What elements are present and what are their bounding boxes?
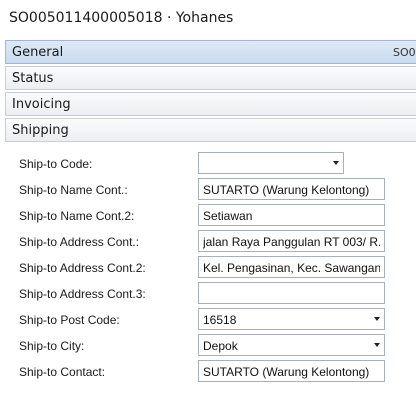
ship-to-address-cont3-row: Ship-to Address Cont.3: [5, 281, 416, 307]
ship-to-address-cont2-value: Kel. Pengasinan, Kec. Sawangan ... [203, 261, 380, 275]
page-title: SO005011400005018 · Yohanes [9, 10, 234, 26]
ship-to-contact-row: Ship-to Contact: SUTARTO (Warung Kelonto… [5, 359, 416, 385]
fasttab-invoicing-label: Invoicing [12, 97, 71, 112]
ship-to-address-cont3-label: Ship-to Address Cont.3: [19, 287, 146, 301]
ship-to-contact-input[interactable]: SUTARTO (Warung Kelontong) [198, 360, 385, 382]
chevron-down-icon[interactable] [374, 343, 380, 347]
fasttab-shipping[interactable]: Shipping [5, 118, 416, 142]
chevron-down-icon[interactable] [333, 161, 339, 165]
ship-to-name-cont2-label: Ship-to Name Cont.2: [19, 209, 135, 223]
fasttab-invoicing[interactable]: Invoicing [5, 92, 416, 116]
chevron-down-icon[interactable] [374, 317, 380, 321]
ship-to-name-cont2-input[interactable]: Setiawan [198, 204, 385, 226]
ship-to-address-cont-input[interactable]: jalan Raya Panggulan RT 003/ R... [198, 230, 385, 252]
ship-to-city-label: Ship-to City: [19, 339, 85, 353]
ship-to-code-label: Ship-to Code: [19, 157, 93, 171]
ship-to-address-cont2-label: Ship-to Address Cont.2: [19, 261, 146, 275]
ship-to-code-row: Ship-to Code: [5, 151, 416, 177]
fasttab-shipping-label: Shipping [12, 123, 69, 138]
fasttab-status[interactable]: Status [5, 66, 416, 90]
ship-to-address-cont-label: Ship-to Address Cont.: [19, 235, 140, 249]
ship-to-name-cont2-row: Ship-to Name Cont.2: Setiawan [5, 203, 416, 229]
ship-to-contact-label: Ship-to Contact: [19, 365, 106, 379]
ship-to-city-value: Depok [203, 339, 238, 353]
ship-to-post-code-value: 16518 [203, 313, 237, 327]
fasttab-general[interactable]: General SO0 [5, 40, 416, 64]
ship-to-contact-value: SUTARTO (Warung Kelontong) [203, 365, 370, 379]
ship-to-post-code-row: Ship-to Post Code: 16518 [5, 307, 416, 333]
ship-to-name-cont-label: Ship-to Name Cont.: [19, 183, 128, 197]
ship-to-name-cont2-value: Setiawan [203, 209, 253, 223]
fasttab-general-summary: SO0 [393, 46, 416, 59]
ship-to-name-cont-input[interactable]: SUTARTO (Warung Kelontong) [198, 178, 385, 200]
shipping-section: Ship-to Code: Ship-to Name Cont.: SUTART… [5, 143, 416, 404]
ship-to-code-input[interactable] [198, 152, 344, 174]
ship-to-address-cont-row: Ship-to Address Cont.: jalan Raya Panggu… [5, 229, 416, 255]
ship-to-address-cont-value: jalan Raya Panggulan RT 003/ R... [203, 235, 380, 249]
fasttab-status-label: Status [12, 71, 54, 86]
ship-to-city-input[interactable]: Depok [198, 334, 385, 356]
ship-to-city-row: Ship-to City: Depok [5, 333, 416, 359]
ship-to-name-cont-value: SUTARTO (Warung Kelontong) [203, 183, 370, 197]
fasttab-general-label: General [12, 45, 64, 60]
ship-to-post-code-label: Ship-to Post Code: [19, 313, 120, 327]
ship-to-address-cont3-input[interactable] [198, 282, 385, 304]
ship-to-address-cont2-input[interactable]: Kel. Pengasinan, Kec. Sawangan ... [198, 256, 385, 278]
ship-to-post-code-input[interactable]: 16518 [198, 308, 385, 330]
ship-to-name-cont-row: Ship-to Name Cont.: SUTARTO (Warung Kelo… [5, 177, 416, 203]
ship-to-address-cont2-row: Ship-to Address Cont.2: Kel. Pengasinan,… [5, 255, 416, 281]
